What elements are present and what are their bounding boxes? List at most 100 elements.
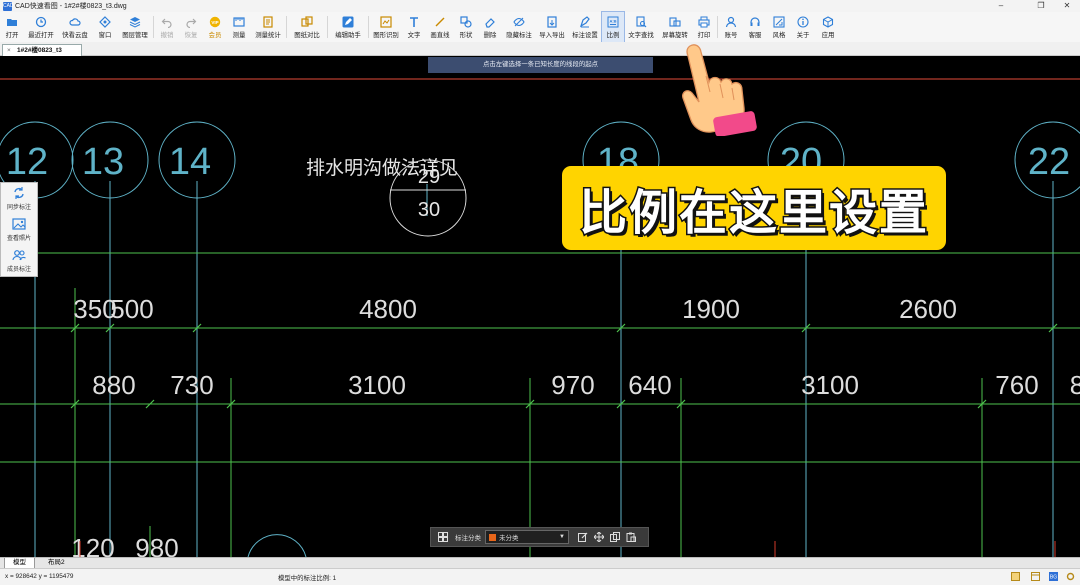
about-button[interactable]: 关于 bbox=[791, 12, 815, 42]
model-tab[interactable]: 模型 bbox=[4, 558, 35, 568]
vip-button[interactable]: VIP 会员 bbox=[203, 12, 227, 42]
layout2-tab[interactable]: 布局2 bbox=[40, 558, 73, 568]
rotate-screen-button[interactable]: 屏幕旋转 bbox=[658, 12, 692, 42]
line-icon bbox=[434, 15, 447, 28]
instruction-hint: 点击左键选择一条已知长度的线段的起点 bbox=[428, 57, 653, 73]
rotate-screen-icon bbox=[669, 15, 682, 28]
toolbar-divider bbox=[327, 16, 328, 38]
open-button[interactable]: 打开 bbox=[0, 12, 24, 42]
minimize-button[interactable]: – bbox=[986, 0, 1016, 12]
app-logo-icon: CAD bbox=[3, 1, 14, 11]
compare-icon bbox=[301, 15, 314, 28]
document-tab-strip: × 1#2#楼0823_t3 bbox=[0, 42, 1080, 56]
category-label: 标注分类 bbox=[455, 535, 481, 542]
measure-stats-button[interactable]: 测量统计 bbox=[251, 12, 285, 42]
shape-recognition-button[interactable]: 图形识别 bbox=[370, 12, 402, 42]
main-toolbar: 打开 最近打开 快看云盘 窗口 图层管理 撤销 恢复 VIP 会员 测量 测量统计… bbox=[0, 11, 1080, 43]
dimension-text: 730 bbox=[170, 370, 213, 400]
status-bar: x = 928642 y = 1195479 模型中的标注比例: 1 BG bbox=[0, 568, 1080, 585]
find-text-button[interactable]: 文字查找 bbox=[624, 12, 658, 42]
clock-icon bbox=[35, 15, 48, 28]
layout-tabs: 模型 布局2 bbox=[0, 557, 1080, 568]
find-text-icon bbox=[635, 15, 648, 28]
style-button[interactable]: 风格 bbox=[767, 12, 791, 42]
cad-drawing: 12 13 14 18 20 22 29 30 排水明沟做法详见 350 500… bbox=[0, 78, 1080, 557]
scale-button[interactable]: A:B 比例 bbox=[601, 11, 625, 43]
sync-icon bbox=[14, 187, 24, 199]
move-icon[interactable] bbox=[591, 530, 607, 544]
dimension-text: 970 bbox=[551, 370, 594, 400]
recent-open-button[interactable]: 最近打开 bbox=[24, 12, 58, 42]
folder-icon bbox=[6, 15, 19, 28]
export-icon bbox=[546, 15, 559, 28]
print-icon bbox=[698, 15, 711, 28]
background-color-icon[interactable]: BG bbox=[1049, 572, 1058, 581]
axis-label: 14 bbox=[169, 141, 211, 183]
shape-tool-button[interactable]: 形状 bbox=[454, 12, 478, 42]
draw-line-button[interactable]: 画直线 bbox=[426, 12, 454, 42]
ruler-icon bbox=[233, 15, 246, 28]
svg-text:A:B: A:B bbox=[609, 18, 616, 23]
dimension-text: 760 bbox=[995, 370, 1038, 400]
close-window-button[interactable]: ✕ bbox=[1052, 0, 1080, 12]
text-tool-button[interactable]: 文字 bbox=[402, 12, 426, 42]
vip-icon: VIP bbox=[209, 15, 222, 28]
edit-icon[interactable] bbox=[575, 530, 591, 544]
drawing-canvas[interactable]: 12 13 14 18 20 22 29 30 排水明沟做法详见 350 500… bbox=[0, 56, 1080, 557]
window-title: CAD快速看图 - 1#2#楼0823_t3.dwg bbox=[15, 3, 127, 10]
hide-annotations-button[interactable]: 隐藏标注 bbox=[502, 12, 536, 42]
import-export-button[interactable]: 导入导出 bbox=[536, 12, 568, 42]
svg-text:VIP: VIP bbox=[211, 20, 218, 25]
cursor-coordinates: x = 928642 y = 1195479 bbox=[5, 573, 74, 580]
undo-button[interactable]: 撤销 bbox=[155, 12, 179, 42]
layers-icon bbox=[129, 15, 142, 28]
dimension-text: 500 bbox=[110, 294, 153, 324]
axis-label: 22 bbox=[1028, 141, 1070, 183]
settings-icon[interactable] bbox=[1066, 572, 1075, 581]
detail-sheet: 30 bbox=[418, 199, 440, 221]
apps-button[interactable]: 应用 bbox=[815, 12, 841, 42]
sync-annotations-button[interactable]: 同步标注 bbox=[0, 183, 38, 214]
drainage-note: 排水明沟做法详见 bbox=[306, 157, 458, 179]
layer-manager-button[interactable]: 图层管理 bbox=[118, 12, 152, 42]
member-annotations-button[interactable]: 成员标注 bbox=[0, 245, 38, 276]
toolbar-divider bbox=[153, 16, 154, 38]
apps-icon bbox=[822, 15, 835, 28]
dimension-text: 2600 bbox=[899, 294, 957, 324]
shape-icon bbox=[460, 15, 473, 28]
measure-button[interactable]: 测量 bbox=[227, 12, 251, 42]
view-photos-button[interactable]: 查看照片 bbox=[0, 214, 38, 245]
window-button[interactable]: 窗口 bbox=[92, 12, 118, 42]
dimension-text: 640 bbox=[628, 370, 671, 400]
stats-icon bbox=[262, 15, 275, 28]
grid-icon[interactable] bbox=[435, 530, 451, 544]
tutorial-caption: 比例在这里设置 bbox=[562, 166, 946, 250]
copy-icon[interactable] bbox=[607, 530, 623, 544]
cloud-disk-button[interactable]: 快看云盘 bbox=[58, 12, 92, 42]
hide-icon bbox=[513, 15, 526, 28]
account-button[interactable]: 账号 bbox=[719, 12, 743, 42]
paste-icon[interactable] bbox=[623, 530, 639, 544]
customer-service-button[interactable]: 客服 bbox=[743, 12, 767, 42]
info-icon bbox=[797, 15, 810, 28]
window-icon bbox=[99, 15, 112, 28]
document-tab-label: 1#2#楼0823_t3 bbox=[17, 47, 62, 54]
print-button[interactable]: 打印 bbox=[692, 12, 716, 42]
dimension-text: 980 bbox=[135, 533, 178, 557]
annotation-settings-button[interactable]: 标注设置 bbox=[568, 12, 602, 42]
headset-icon bbox=[749, 15, 762, 28]
redo-button[interactable]: 恢复 bbox=[179, 12, 203, 42]
document-tab[interactable]: × 1#2#楼0823_t3 bbox=[2, 44, 82, 56]
title-bar: CAD CAD快速看图 - 1#2#楼0823_t3.dwg – ❐ ✕ bbox=[0, 0, 1080, 12]
compare-drawings-button[interactable]: 图纸对比 bbox=[288, 12, 326, 42]
delete-button[interactable]: 删除 bbox=[478, 12, 502, 42]
chevron-down-icon: ▼ bbox=[559, 534, 565, 540]
annotation-float-toolbar: 标注分类 未分类 ▼ bbox=[430, 527, 649, 547]
svg-text:BG: BG bbox=[1050, 575, 1057, 581]
layout-icon[interactable] bbox=[1031, 572, 1040, 581]
note-icon[interactable] bbox=[1011, 572, 1020, 581]
close-tab-icon[interactable]: × bbox=[7, 45, 11, 56]
toolbar-divider bbox=[368, 16, 369, 38]
category-select[interactable]: 未分类 ▼ bbox=[485, 530, 569, 544]
edit-helper-button[interactable]: 编辑助手 bbox=[329, 12, 367, 42]
